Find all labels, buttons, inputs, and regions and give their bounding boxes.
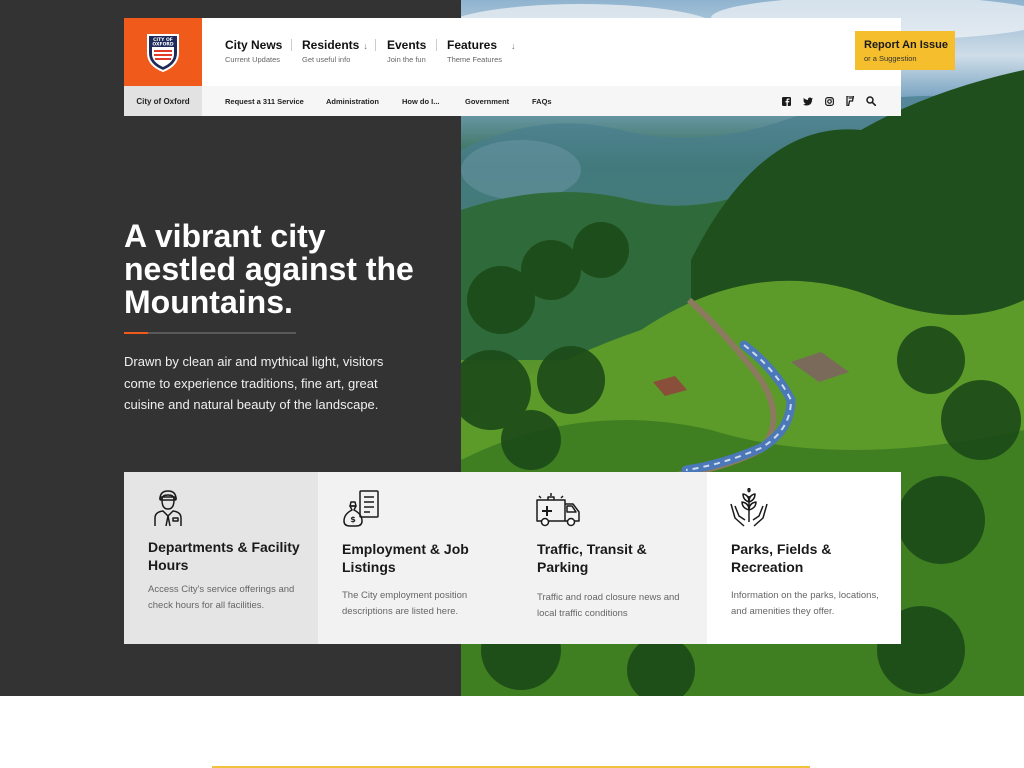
card-text: The City employment position description… [342,590,468,617]
city-crest-icon: CITY OF OXFORD [147,34,179,73]
twitter-icon[interactable] [802,95,814,107]
hero-divider-accent [124,332,148,334]
site-header: CITY OF OXFORD City of Oxford City News … [124,18,955,116]
card-text: Access City's service offerings and chec… [148,584,295,611]
nav-title: Residents [302,38,360,52]
sub-nav-government[interactable]: Government [465,97,509,106]
arrow-down-icon: ↓ [363,41,368,51]
nav-title: Features [447,38,498,52]
card-title: Traffic, Transit & Parking [537,541,647,575]
hero-divider [124,332,296,334]
nav-separator [436,39,437,51]
nav-title-row: Residents ↓ [302,38,368,52]
sub-nav-faqs[interactable]: FAQs [532,97,552,106]
card-departments[interactable]: Departments & Facility Hours Access City… [124,472,318,644]
nav-subtitle: Current Updates [225,55,281,64]
logo-text-bottom: OXFORD [152,42,173,48]
ambulance-icon [536,493,580,527]
hero-description: Drawn by clean air and mythical light, v… [124,354,384,412]
nav-item-residents[interactable]: Residents ↓ Get useful info [302,38,368,64]
job-listing-money-icon: $ [343,490,379,527]
secondary-nav: Request a 311 Service Administration How… [202,86,901,116]
city-name-tab[interactable]: City of Oxford [124,86,202,116]
search-icon[interactable] [865,95,877,107]
nav-subtitle: Theme Features [447,55,503,64]
plant-hands-icon [730,488,768,527]
main-nav: City News Current Updates Residents ↓ Get… [202,18,955,86]
instagram-icon[interactable] [823,95,835,107]
nav-separator [291,39,292,51]
report-title: Report An Issue [864,39,948,51]
card-text: Traffic and road closure news and local … [537,592,680,619]
nav-title: City News [225,38,283,52]
nav-subtitle: Join the fun [387,55,426,64]
card-parks[interactable]: Parks, Fields & Recreation Information o… [707,472,901,644]
nav-item-features[interactable]: Features ↓ Theme Features [447,38,516,64]
report-subtitle: or a Suggestion [864,54,917,63]
foursquare-icon[interactable] [844,95,856,107]
nav-item-city-news[interactable]: City News Current Updates [225,38,282,64]
official-person-icon [154,490,182,527]
facebook-icon[interactable] [780,95,792,107]
nav-title-row: Features ↓ [447,38,516,52]
card-title: Departments & Facility Hours [148,539,300,573]
report-issue-button[interactable]: Report An Issue or a Suggestion [855,31,955,70]
city-logo[interactable]: CITY OF OXFORD [124,18,202,86]
sub-nav-administration[interactable]: Administration [326,97,379,106]
card-title: Employment & Job Listings [342,541,469,575]
nav-separator [375,39,376,51]
hero-title: A vibrant city nestled against the Mount… [124,218,414,320]
card-employment[interactable]: $ Employment & Job Listings The City emp… [318,472,513,644]
card-traffic[interactable]: Traffic, Transit & Parking Traffic and r… [513,472,707,644]
nav-item-events[interactable]: Events Join the fun [387,38,426,64]
svg-text:$: $ [350,515,356,524]
sub-nav-how-do-i[interactable]: How do I... [402,97,440,106]
content-section [0,696,1024,768]
nav-title: Events [387,38,427,52]
card-title: Parks, Fields & Recreation [731,541,832,575]
card-text: Information on the parks, locations, and… [731,590,879,617]
sub-nav-request-311[interactable]: Request a 311 Service [225,97,304,106]
arrow-down-icon: ↓ [511,41,516,51]
nav-subtitle: Get useful info [302,55,351,64]
